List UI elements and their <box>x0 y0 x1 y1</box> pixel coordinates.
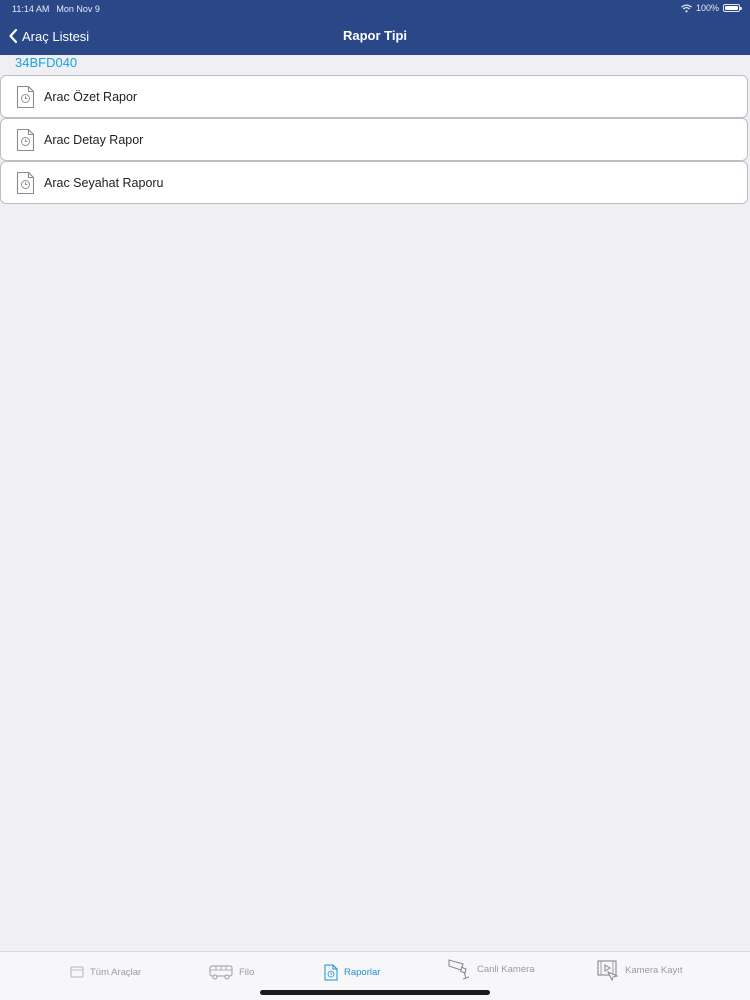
vehicles-list-icon <box>70 966 84 978</box>
camera-recording-icon <box>597 960 619 981</box>
wifi-icon <box>681 4 692 12</box>
battery-percent: 100% <box>695 3 719 13</box>
home-indicator[interactable] <box>260 990 490 995</box>
vehicle-plate: 34BFD040 <box>15 55 78 70</box>
status-time: 11:14 AM <box>12 4 50 14</box>
report-document-icon <box>16 171 35 195</box>
tab-label: Filo <box>239 966 255 978</box>
tab-tum-araclar[interactable]: Tüm Araçlar <box>70 961 141 983</box>
tab-kamera-kayit[interactable]: Kamera Kayıt <box>597 959 683 981</box>
header: 11:14 AM Mon Nov 9 100% Araç Listesi Rap… <box>0 0 750 55</box>
app-root: 11:14 AM Mon Nov 9 100% Araç Listesi Rap… <box>0 0 750 1000</box>
cctv-camera-icon <box>448 959 470 980</box>
report-item-ozet[interactable]: Arac Özet Rapor <box>0 75 748 118</box>
report-item-label: Arac Detay Rapor <box>44 133 144 147</box>
battery-level <box>725 6 738 10</box>
report-document-icon <box>324 964 338 980</box>
status-right: 100% <box>681 3 742 13</box>
tab-raporlar[interactable]: Raporlar <box>324 961 380 983</box>
report-item-label: Arac Seyahat Raporu <box>44 176 164 190</box>
report-item-seyahat[interactable]: Arac Seyahat Raporu <box>0 161 748 204</box>
report-document-icon <box>16 85 35 109</box>
tab-label: Tüm Araçlar <box>90 966 142 978</box>
status-bar: 11:14 AM Mon Nov 9 100% <box>0 0 750 18</box>
battery-icon <box>723 4 742 12</box>
nav-bar: Araç Listesi Rapor Tipi <box>0 18 750 55</box>
page-title: Rapor Tipi <box>342 28 408 43</box>
tab-label: Kamera Kayıt <box>625 964 683 976</box>
tab-filo[interactable]: Filo <box>209 961 254 983</box>
status-left: 11:14 AM Mon Nov 9 <box>12 4 100 14</box>
status-date: Mon Nov 9 <box>56 4 100 14</box>
report-item-label: Arac Özet Rapor <box>44 90 138 104</box>
report-list: Arac Özet Rapor Arac Detay Rapor Arac Se… <box>0 75 748 204</box>
bus-icon <box>209 965 233 980</box>
report-document-icon <box>16 128 35 152</box>
tab-label: Raporlar <box>344 966 381 978</box>
report-item-detay[interactable]: Arac Detay Rapor <box>0 118 748 161</box>
tab-canli-kamera[interactable]: Canli Kamera <box>447 958 535 980</box>
tab-label: Canli Kamera <box>477 963 535 975</box>
